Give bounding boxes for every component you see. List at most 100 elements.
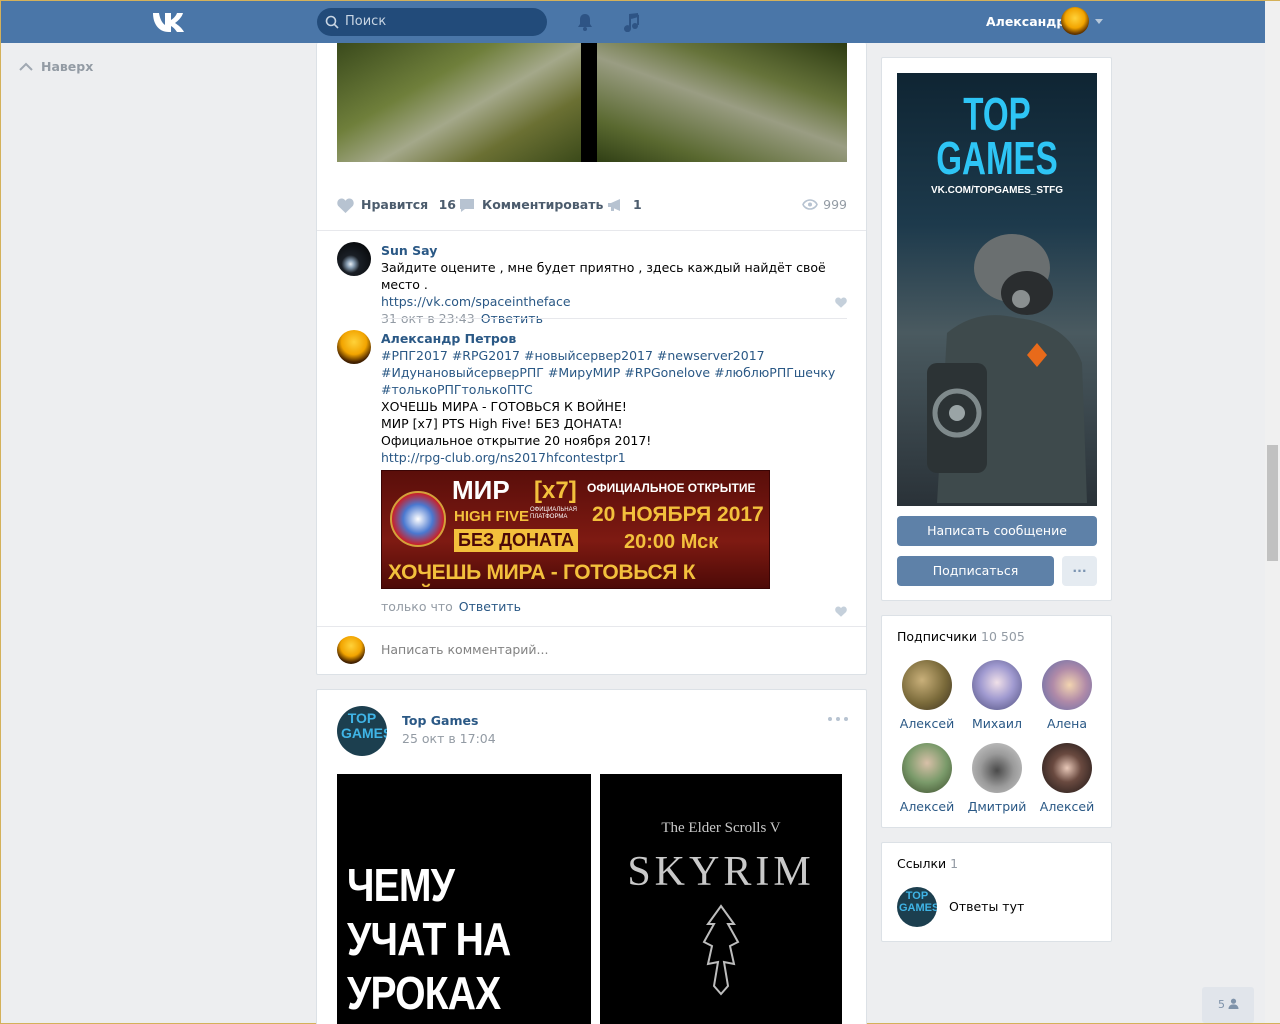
subscriber-item[interactable]: Алексей	[892, 743, 962, 814]
banner-date: 20 НОЯБРЯ 2017	[592, 503, 764, 526]
hashtags[interactable]: #РПГ2017 #RPG2017 #новыйсервер2017 #news…	[381, 347, 847, 364]
comment-input[interactable]: Написать комментарий...	[381, 642, 548, 657]
reply-button[interactable]: Ответить	[459, 599, 521, 614]
send-message-button[interactable]: Написать сообщение	[897, 516, 1097, 546]
back-to-top-link[interactable]: Наверх	[19, 59, 93, 74]
poster-title: TOP	[963, 88, 1031, 140]
hashtags[interactable]: #толькоРПГтолькоПТС	[381, 381, 847, 398]
search-icon	[325, 15, 339, 29]
avatar-text: TOP GAMES	[341, 710, 387, 741]
scrollbar-thumb[interactable]	[1267, 445, 1278, 561]
comment: Александр Петров #РПГ2017 #RPG2017 #новы…	[337, 330, 847, 620]
music-note-icon[interactable]	[622, 12, 640, 32]
more-options-icon[interactable]	[827, 716, 849, 722]
comment-label: Комментировать	[482, 197, 604, 212]
link-item[interactable]: Ответы тут	[949, 899, 1024, 914]
online-friends-badge[interactable]: 5	[1202, 987, 1254, 1023]
comment-link[interactable]: https://vk.com/spaceintheface	[381, 293, 847, 310]
avatar[interactable]: TOP GAMES	[337, 706, 387, 756]
soldier-illustration-icon	[927, 234, 1087, 503]
subscribers-card: Подписчики 10 505 Алексей Михаил Алена Ал…	[881, 615, 1112, 828]
post-photo[interactable]: The Elder Scrolls V SKYRIM	[600, 774, 842, 1024]
subscriber-name: Дмитрий	[967, 799, 1027, 814]
avatar	[972, 743, 1022, 793]
heart-icon[interactable]	[835, 297, 847, 308]
avatar	[902, 743, 952, 793]
like-label: Нравится	[361, 197, 429, 212]
heart-icon	[337, 198, 354, 213]
banner-title: МИР	[452, 475, 510, 505]
poster-url: VK.COM/TOPGAMES_STFG	[930, 185, 1064, 196]
back-to-top-label: Наверх	[41, 59, 94, 74]
eye-icon	[802, 199, 818, 210]
views-counter: 999	[802, 197, 847, 212]
subscribers-header[interactable]: Подписчики 10 505	[897, 629, 1025, 644]
post-author[interactable]: Top Games	[402, 713, 478, 728]
like-button[interactable]: Нравится 16	[337, 197, 456, 213]
subscriber-name: Алена	[1046, 716, 1088, 731]
post-photo[interactable]: ЧЕМУ УЧАТ НА УРОКАХ	[337, 774, 591, 1024]
heart-icon[interactable]	[835, 606, 847, 617]
post-card: Нравится 16 Комментировать 1 999 Sun Say	[316, 43, 867, 675]
comment-button[interactable]: Комментировать	[459, 197, 603, 212]
comment-author[interactable]: Александр Петров	[381, 330, 847, 347]
avatar[interactable]: TOP GAMES	[897, 887, 937, 927]
more-actions-button[interactable]: ···	[1062, 556, 1097, 586]
comment-icon	[460, 199, 474, 212]
links-header[interactable]: Ссылки 1	[897, 856, 958, 871]
post-actions: Нравится 16 Комментировать 1 999	[337, 193, 847, 217]
online-count: 5	[1218, 998, 1225, 1011]
banner-opening: ОФИЦИАЛЬНОЕ ОТКРЫТИЕ	[587, 481, 756, 495]
views-count: 999	[823, 197, 847, 212]
avatar[interactable]	[1061, 7, 1089, 35]
eagle-emblem-icon	[390, 491, 446, 547]
divider	[317, 230, 866, 231]
avatar	[1042, 660, 1092, 710]
write-comment: Написать комментарий...	[337, 636, 847, 666]
comment-date[interactable]: только что	[381, 599, 453, 614]
avatar	[902, 660, 952, 710]
share-count: 1	[633, 197, 642, 212]
subscriber-item[interactable]: Алексей	[1032, 743, 1102, 814]
comment-text: Зайдите оцените , мне будет приятно , зд…	[381, 260, 826, 292]
user-name[interactable]: Александр	[986, 14, 1065, 29]
post-date[interactable]: 25 окт в 17:04	[402, 731, 496, 746]
comment-body: Sun Say Зайдите оцените , мне будет прия…	[381, 242, 847, 327]
post-photo[interactable]	[337, 43, 581, 162]
avatar[interactable]	[337, 330, 371, 364]
hashtags[interactable]: #ИдунановыйсерверРПГ #МируМИР #RPGonelov…	[381, 364, 847, 381]
image-caption: ЧЕМУ УЧАТ НА УРОКАХ	[347, 859, 511, 1019]
community-poster[interactable]: TOP GAMES VK.COM/TOPGAMES_STFG	[897, 73, 1097, 506]
subscribers-count: 10 505	[981, 629, 1025, 644]
comment: Sun Say Зайдите оцените , мне будет прия…	[337, 242, 847, 326]
comment-text: МИР [x7] PTS High Five! БЕЗ ДОНАТА!	[381, 416, 623, 431]
comment-author[interactable]: Sun Say	[381, 242, 847, 259]
vk-logo-icon[interactable]	[151, 10, 185, 32]
subscriber-item[interactable]: Алексей	[892, 660, 962, 731]
post-photos[interactable]	[337, 43, 847, 162]
subscribers-title: Подписчики	[897, 629, 978, 644]
promo-banner[interactable]: МИР [x7] HIGH FIVE ОФИЦИАЛЬНАЯ ПЛАТФОРМА…	[381, 470, 770, 589]
search-box[interactable]: Поиск	[317, 8, 547, 36]
subscriber-item[interactable]: Алена	[1032, 660, 1102, 731]
bell-icon[interactable]	[577, 13, 593, 31]
post-photo[interactable]	[597, 43, 847, 162]
search-input[interactable]: Поиск	[345, 14, 386, 29]
subscriber-item[interactable]: Михаил	[962, 660, 1032, 731]
image-subtitle: The Elder Scrolls V	[661, 820, 781, 836]
subscriber-name: Алексей	[1039, 799, 1095, 814]
like-count: 16	[438, 197, 456, 212]
poster-title: GAMES	[936, 132, 1058, 184]
comment-link[interactable]: http://rpg-club.org/ns2017hfcontestpr1	[381, 449, 847, 466]
chevron-up-icon	[19, 59, 33, 74]
comment-meta: только что Ответить	[381, 599, 521, 614]
megaphone-icon	[608, 199, 620, 211]
share-button[interactable]: 1	[607, 197, 642, 212]
banner-rate: [x7]	[534, 477, 577, 504]
avatar[interactable]	[337, 242, 371, 276]
avatar	[1042, 743, 1092, 793]
subscriber-item[interactable]: Дмитрий	[962, 743, 1032, 814]
divider	[317, 626, 866, 627]
subscribe-button[interactable]: Подписаться	[897, 556, 1054, 586]
chevron-down-icon[interactable]	[1095, 19, 1103, 25]
